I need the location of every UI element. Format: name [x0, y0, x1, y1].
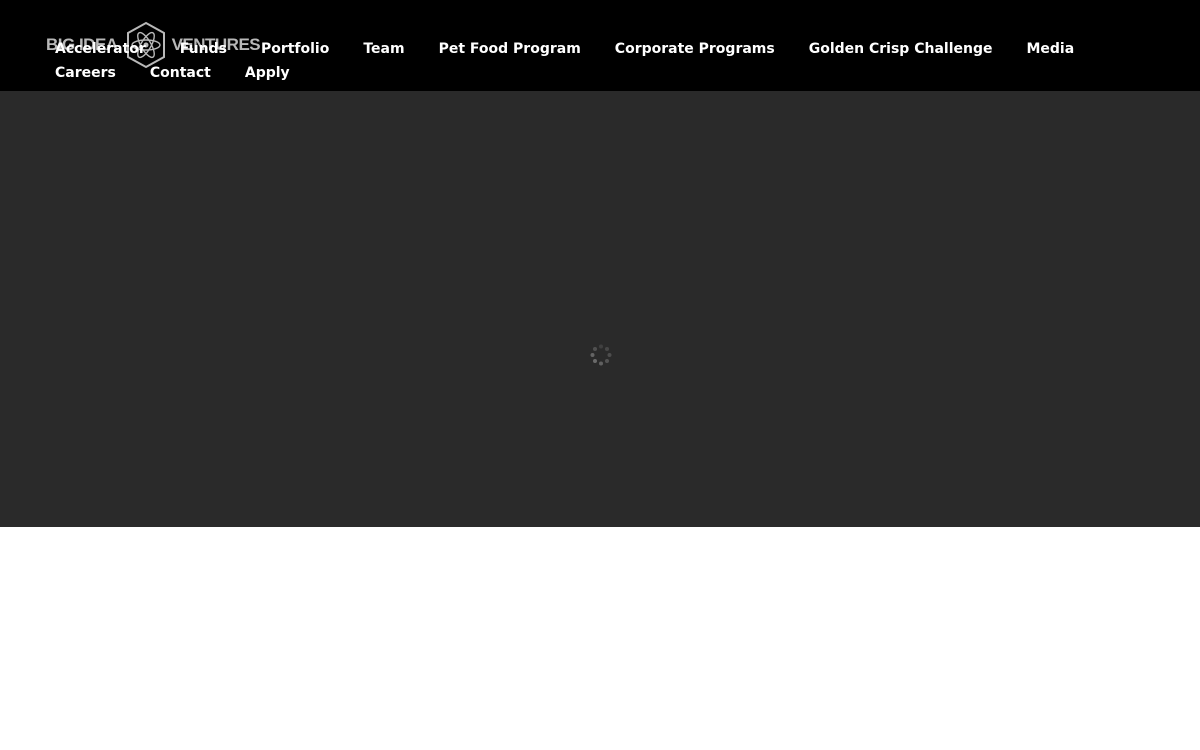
nav-item-golden-crisp-challenge[interactable]: Golden Crisp Challenge [792, 37, 1010, 61]
main-nav: Accelerator Funds Portfolio Team Pet Foo… [38, 37, 1148, 85]
nav-item-contact[interactable]: Contact [133, 61, 228, 85]
nav-item-pet-food-program[interactable]: Pet Food Program [422, 37, 598, 61]
nav-item-corporate-programs[interactable]: Corporate Programs [598, 37, 792, 61]
nav-item-funds[interactable]: Funds [163, 37, 244, 61]
nav-item-media[interactable]: Media [1009, 37, 1091, 61]
hero-section [0, 91, 1200, 527]
nav-item-apply[interactable]: Apply [228, 61, 307, 85]
nav-item-portfolio[interactable]: Portfolio [244, 37, 346, 61]
site-header: BIG IDEA VENTURES Accelerator Funds Port… [0, 0, 1200, 91]
nav-item-accelerator[interactable]: Accelerator [38, 37, 163, 61]
nav-item-careers[interactable]: Careers [38, 61, 133, 85]
loading-spinner-icon [590, 344, 612, 366]
nav-item-team[interactable]: Team [346, 37, 421, 61]
content-area [0, 527, 1200, 750]
